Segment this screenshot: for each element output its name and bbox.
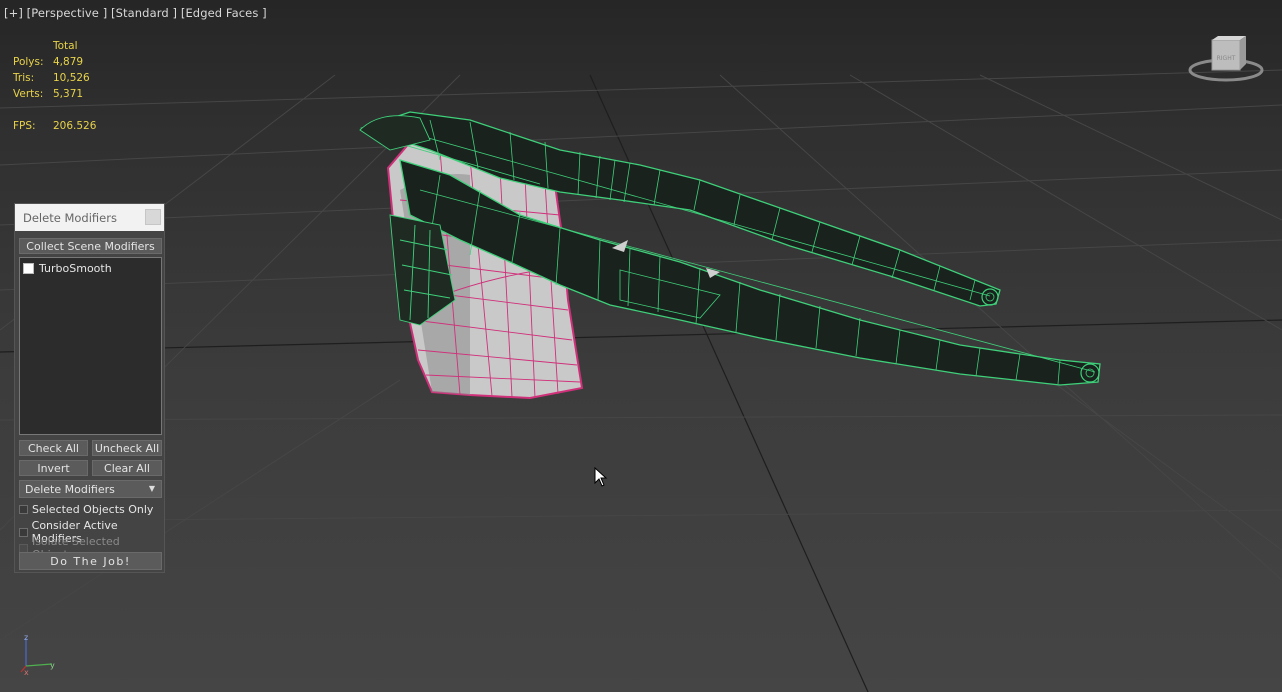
fps-value: 206.526 — [53, 120, 97, 132]
modifier-checkbox[interactable] — [23, 262, 34, 274]
axis-y-label: y — [50, 661, 55, 670]
panel-title-bar[interactable]: Delete Modifiers — [15, 204, 164, 231]
grid-lines — [0, 69, 1282, 641]
verts-value: 5,371 — [53, 88, 84, 100]
viewcube-icon[interactable]: RIGHT — [1188, 36, 1264, 82]
tris-label: Tris: — [13, 72, 35, 84]
chevron-down-icon: ▼ — [148, 484, 155, 493]
axis-tripod-icon: z y x — [20, 633, 55, 676]
selected-objects-only-label: Selected Objects Only — [32, 503, 154, 516]
viewcube-face-label: RIGHT — [1217, 55, 1236, 62]
viewport-scene: RIGHT — [0, 36, 1282, 692]
list-item[interactable]: TurboSmooth — [20, 260, 161, 276]
clear-all-button[interactable]: Clear All — [92, 460, 162, 476]
perspective-viewport[interactable]: RIGHT [+] [Perspective ] [Standard ] [Ed… — [0, 0, 1282, 692]
selected-objects-only-option[interactable]: Selected Objects Only — [19, 503, 153, 516]
tris-value: 10,526 — [53, 72, 90, 84]
fps-label: FPS: — [13, 120, 36, 132]
do-the-job-button[interactable]: Do The Job! — [19, 552, 162, 570]
axis-z-label: z — [24, 633, 28, 642]
stats-header: Total — [53, 40, 78, 52]
verts-label: Verts: — [13, 88, 44, 100]
viewport-statistics: Total Polys: 4,879 Tris: 10,526 Verts: 5,37… — [13, 38, 133, 134]
mode-dropdown[interactable]: Delete Modifiers ▼ — [19, 480, 162, 498]
polys-value: 4,879 — [53, 56, 84, 68]
panel-title: Delete Modifiers — [23, 210, 117, 225]
check-all-button[interactable]: Check All — [19, 440, 88, 456]
modifier-name: TurboSmooth — [39, 261, 112, 275]
mode-dropdown-value: Delete Modifiers — [25, 482, 115, 496]
invert-button[interactable]: Invert — [19, 460, 88, 476]
uncheck-all-button[interactable]: Uncheck All — [92, 440, 162, 456]
collect-scene-modifiers-button[interactable]: Collect Scene Modifiers — [19, 238, 162, 254]
axis-x-label: x — [24, 668, 29, 676]
selected-objects-only-checkbox[interactable] — [19, 505, 28, 514]
close-icon[interactable] — [145, 209, 161, 225]
modifier-list[interactable]: TurboSmooth — [19, 257, 162, 435]
mouse-cursor-icon — [594, 467, 608, 487]
viewport-label-menu[interactable]: [+] [Perspective ] [Standard ] [Edged Fa… — [4, 6, 267, 20]
delete-modifiers-panel: Delete Modifiers Collect Scene Modifiers… — [14, 203, 165, 573]
polys-label: Polys: — [13, 56, 44, 68]
